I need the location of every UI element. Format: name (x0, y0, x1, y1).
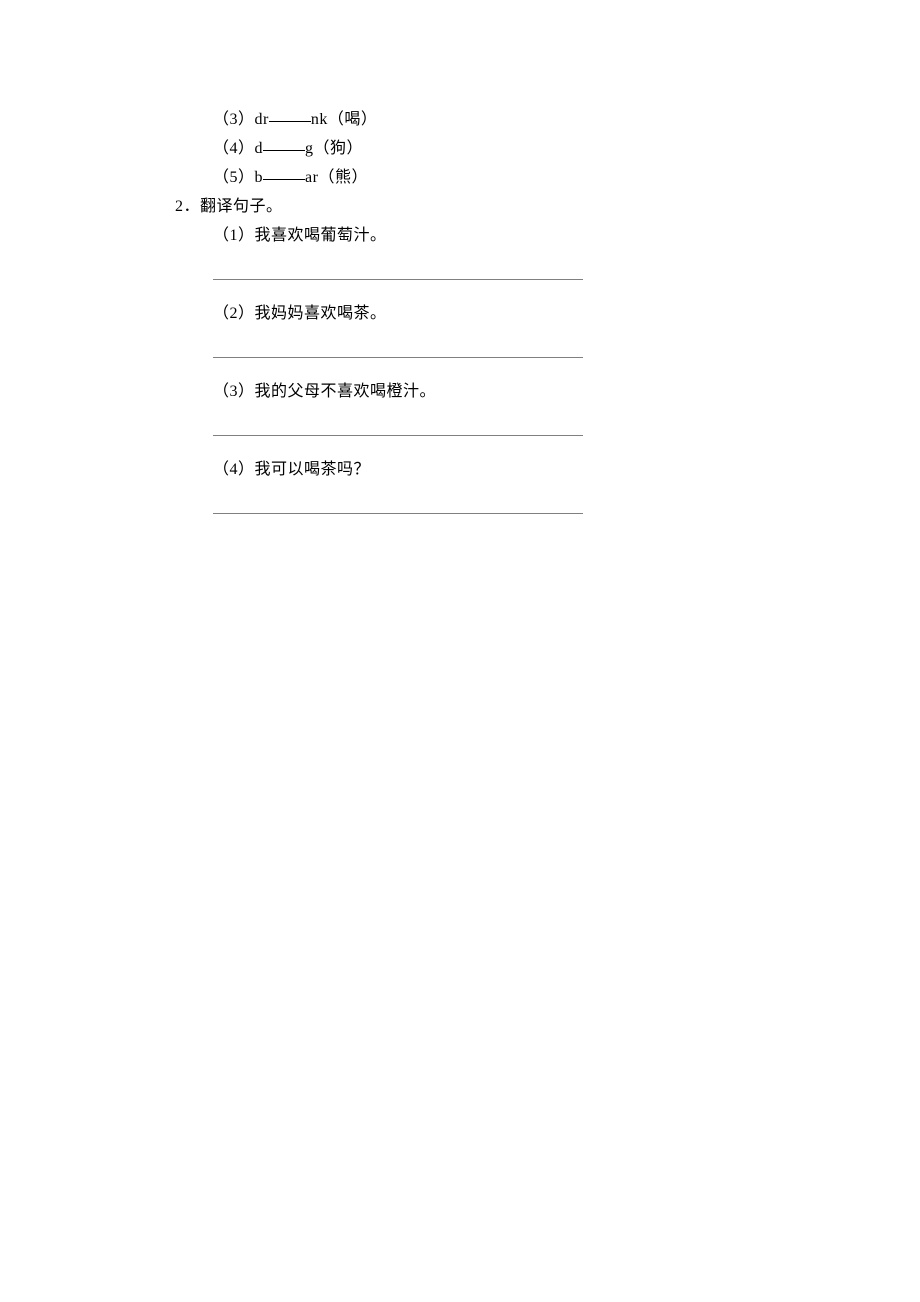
translate-question-4: （4）我可以喝茶吗？ (175, 455, 920, 484)
translate-question-2: （2）我妈妈喜欢喝茶。 (175, 299, 920, 328)
word-hint: （熊） (318, 169, 368, 186)
translate-question-3: （3）我的父母不喜欢喝橙汁。 (175, 377, 920, 406)
section-2-header: 2．翻译句子。 (175, 192, 920, 221)
blank-input[interactable] (269, 106, 311, 122)
question-text: 我喜欢喝葡萄汁。 (255, 227, 387, 244)
answer-line-2 (175, 342, 920, 363)
translate-question-1: （1）我喜欢喝葡萄汁。 (175, 221, 920, 250)
question-text: 我妈妈喜欢喝茶。 (255, 305, 387, 322)
question-number: （4） (213, 461, 255, 478)
word-prefix: d (255, 140, 264, 157)
word-suffix: g (305, 140, 314, 157)
answer-line-1 (175, 264, 920, 285)
question-number: （3） (213, 383, 255, 400)
answer-blank[interactable] (213, 420, 583, 436)
fill-blank-item-3: （3）dr nk（喝） (175, 105, 920, 134)
answer-blank[interactable] (213, 264, 583, 280)
item-number: （4） (213, 140, 255, 157)
word-suffix: ar (305, 169, 318, 186)
question-text: 我可以喝茶吗？ (255, 461, 371, 478)
word-prefix: b (255, 169, 264, 186)
answer-line-3 (175, 420, 920, 441)
question-text: 我的父母不喜欢喝橙汁。 (255, 383, 437, 400)
word-hint: （狗） (314, 140, 364, 157)
question-number: （1） (213, 227, 255, 244)
section-title: 翻译句子。 (200, 198, 283, 215)
answer-blank[interactable] (213, 342, 583, 358)
answer-line-4 (175, 498, 920, 519)
item-number: （3） (213, 111, 255, 128)
answer-blank[interactable] (213, 498, 583, 514)
question-number: （2） (213, 305, 255, 322)
blank-input[interactable] (263, 135, 305, 151)
word-prefix: dr (255, 111, 269, 128)
blank-input[interactable] (263, 164, 305, 180)
fill-blank-item-5: （5）b ar（熊） (175, 163, 920, 192)
section-number: 2． (175, 198, 200, 215)
word-suffix: nk (311, 111, 328, 128)
word-hint: （喝） (328, 111, 378, 128)
item-number: （5） (213, 169, 255, 186)
fill-blank-item-4: （4）d g（狗） (175, 134, 920, 163)
